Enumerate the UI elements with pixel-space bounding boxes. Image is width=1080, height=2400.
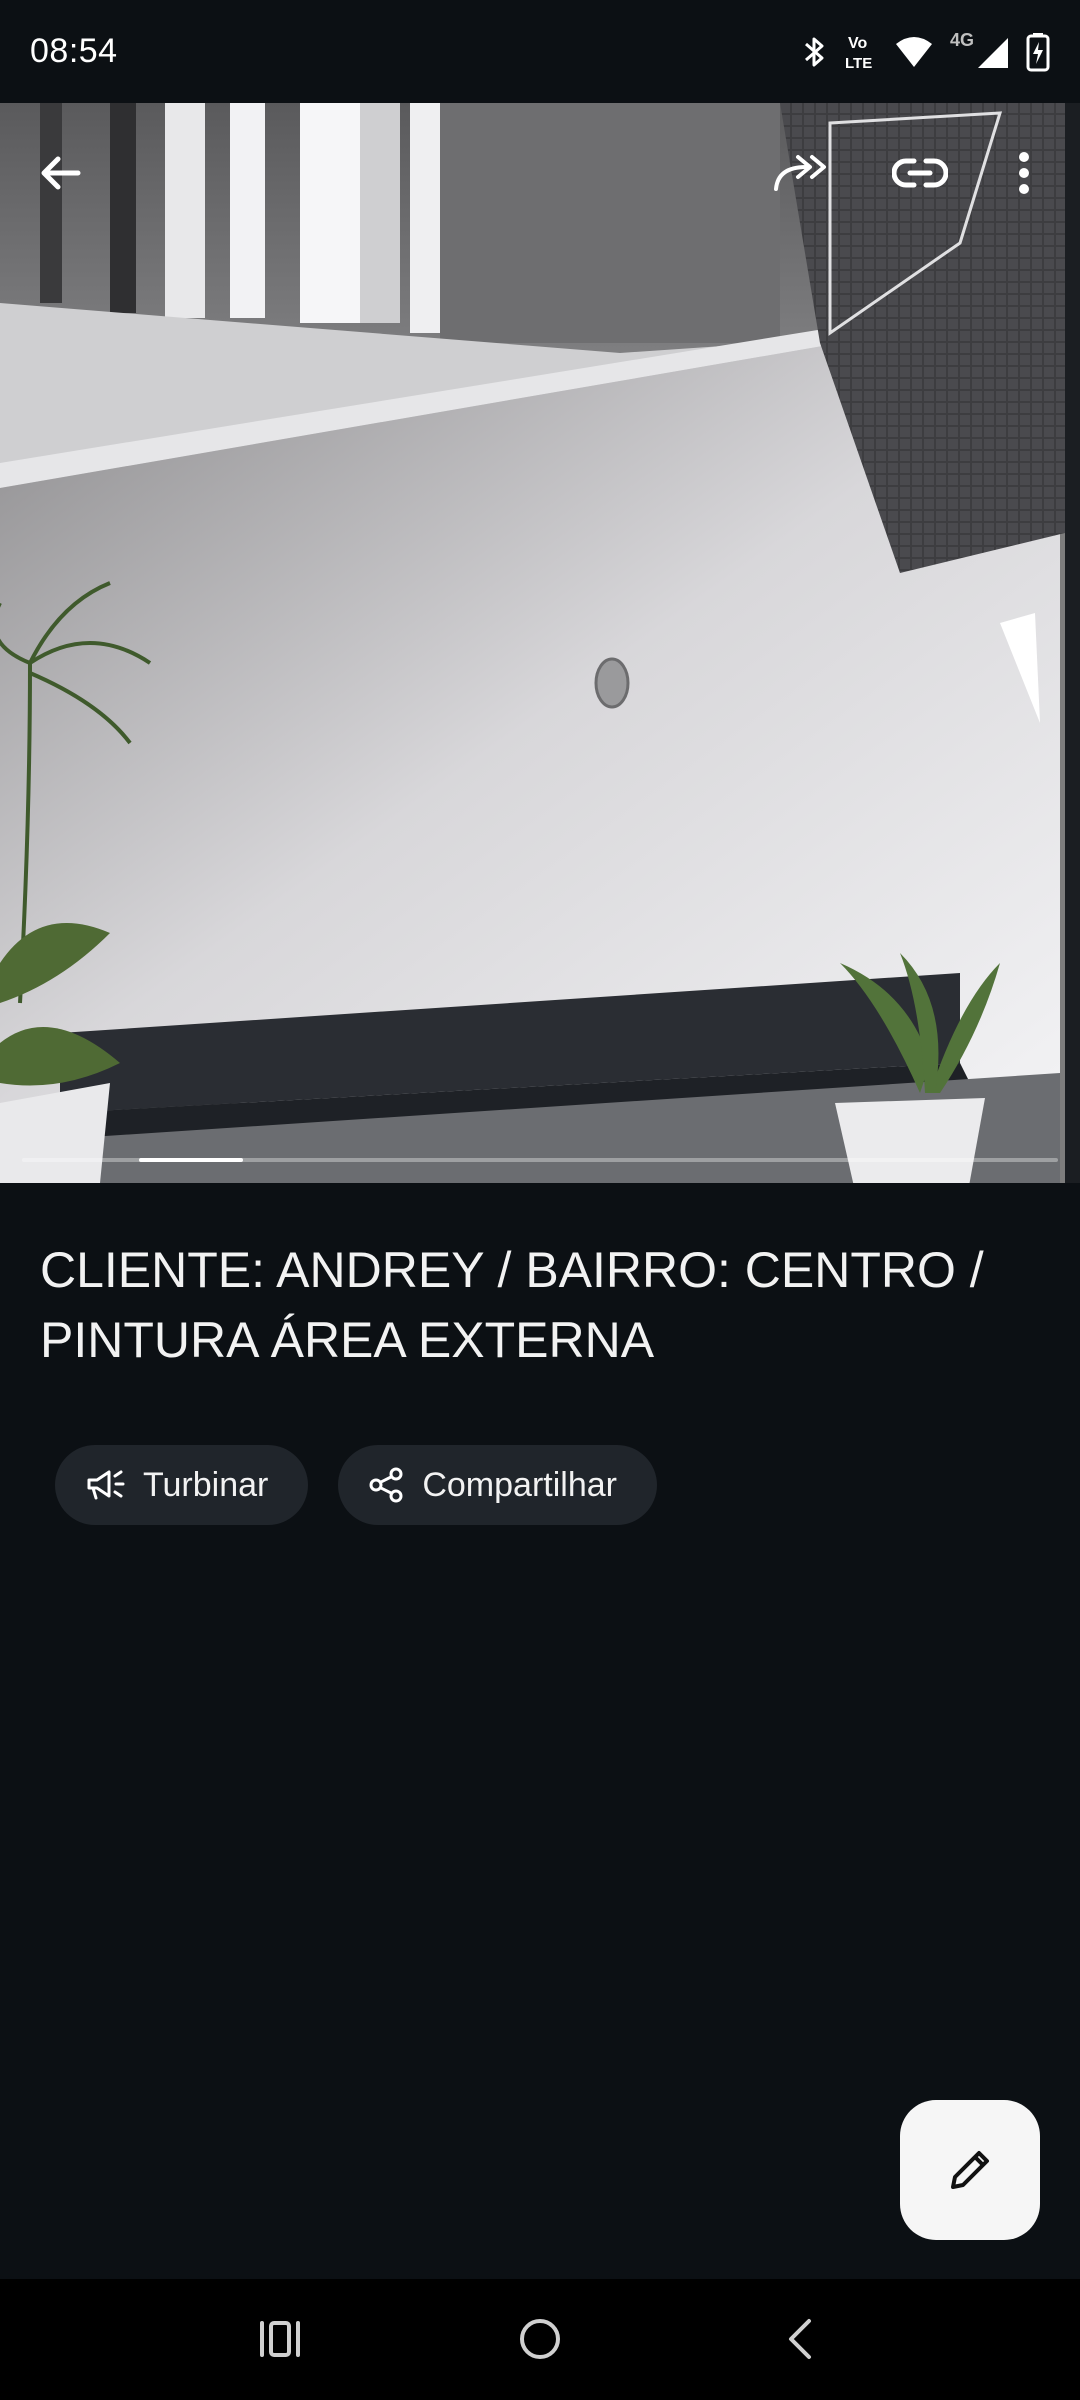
- wifi-icon: [896, 36, 932, 67]
- share-label: Compartilhar: [422, 1465, 617, 1504]
- status-time: 08:54: [30, 32, 118, 70]
- recents-icon: [260, 2321, 300, 2357]
- more-vertical-icon: [1019, 152, 1029, 194]
- volte-icon: Vo LTE: [845, 35, 872, 72]
- boost-label: Turbinar: [143, 1465, 269, 1504]
- system-nav-bar: [0, 2279, 1080, 2400]
- share-nodes-icon: [369, 1467, 403, 1503]
- post-photo[interactable]: [0, 103, 1080, 1183]
- carousel-progress-track: [22, 1158, 1058, 1162]
- edit-fab[interactable]: [900, 2100, 1040, 2240]
- media-toolbar: [0, 103, 1080, 243]
- home-icon: [520, 2319, 560, 2359]
- copy-link-button[interactable]: [880, 133, 960, 213]
- nav-back-button[interactable]: [760, 2299, 840, 2379]
- forward-share-button[interactable]: [760, 133, 840, 213]
- volte-label-top: Vo: [848, 35, 867, 52]
- link-icon: [892, 158, 948, 188]
- action-chips: Turbinar Compartilhar: [55, 1445, 657, 1525]
- megaphone-icon: [87, 1470, 125, 1500]
- home-button[interactable]: [500, 2299, 580, 2379]
- status-bar: 08:54 Vo LTE 4G: [0, 0, 1080, 103]
- status-icons: Vo LTE 4G: [802, 29, 1050, 72]
- bluetooth-icon: [805, 37, 824, 66]
- network-type-label: 4G: [950, 29, 975, 50]
- more-options-button[interactable]: [984, 133, 1064, 213]
- post-title: CLIENTE: ANDREY / BAIRRO: CENTRO / PINTU…: [40, 1242, 984, 1368]
- share-button[interactable]: Compartilhar: [338, 1445, 657, 1525]
- share-forward-icon: [774, 155, 826, 191]
- recents-button[interactable]: [240, 2299, 320, 2379]
- volte-label-bottom: LTE: [845, 55, 872, 72]
- carousel-progress-indicator: [139, 1158, 243, 1162]
- pencil-icon: [951, 2151, 989, 2189]
- cell-signal-icon: [978, 37, 1008, 68]
- chevron-left-icon: [789, 2319, 811, 2359]
- battery-icon: [1026, 32, 1050, 71]
- back-button[interactable]: [20, 133, 100, 213]
- photo-illustration: [0, 103, 1080, 1183]
- boost-button[interactable]: Turbinar: [55, 1445, 309, 1525]
- arrow-left-icon: [41, 156, 81, 190]
- cell-signal-group: 4G: [950, 29, 1010, 72]
